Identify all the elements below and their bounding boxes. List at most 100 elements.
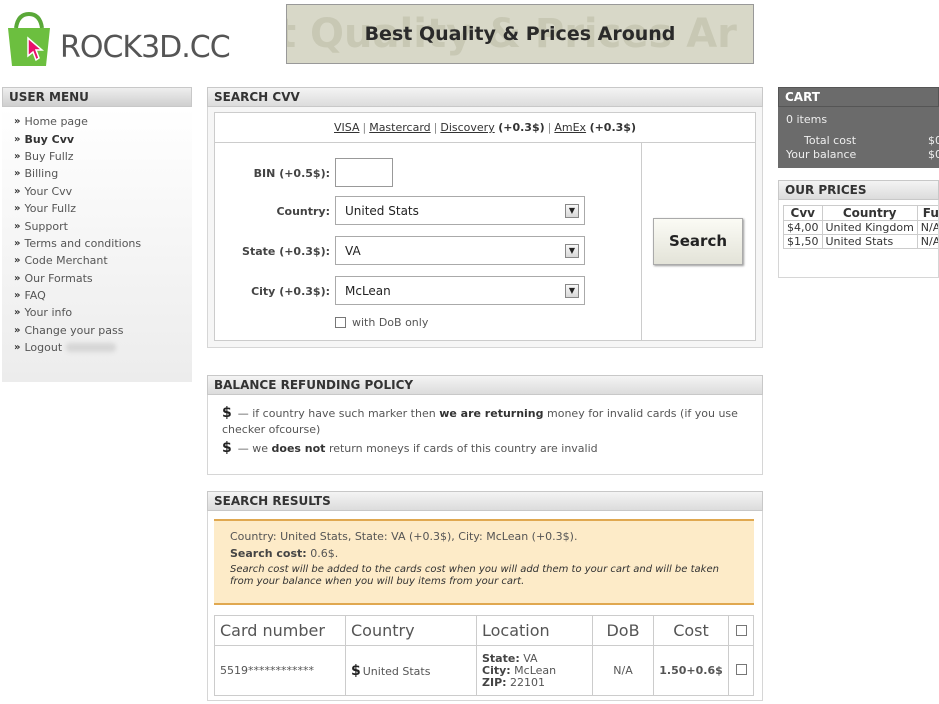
city-label: City (+0.3$): xyxy=(251,285,330,298)
menu-item-your-fullz[interactable]: » Your Fullz xyxy=(14,200,192,217)
cart-title[interactable]: CART xyxy=(778,87,939,107)
col-card-number[interactable]: Card number xyxy=(214,615,346,646)
our-prices-panel: OUR PRICES Cvv Country Fu $4,00 United K… xyxy=(778,180,939,278)
search-form: BIN (+0.5$): Country: United Stats ▼ Stat… xyxy=(214,142,756,341)
menu-item-your-info[interactable]: » Your info xyxy=(14,304,192,321)
banner-text: Best Quality & Prices Around xyxy=(364,23,676,45)
menu-item-label: Change your pass xyxy=(24,323,124,337)
search-results-panel: SEARCH RESULTS Country: United Stats, St… xyxy=(207,491,763,701)
menu-item-label: Code Merchant xyxy=(24,254,108,268)
cart-body: 0 items Total cost $0 Your balance $0 xyxy=(778,107,939,168)
search-cost: Search cost: 0.6$. xyxy=(230,547,339,560)
menu-item-billing[interactable]: » Billing xyxy=(14,165,192,182)
col-cost[interactable]: Cost xyxy=(653,615,729,646)
dropdown-arrow-icon: ▼ xyxy=(565,284,579,298)
row-select-checkbox[interactable] xyxy=(735,663,747,675)
state-value: VA xyxy=(345,244,361,258)
city-select[interactable]: McLean ▼ xyxy=(335,276,585,305)
col-country[interactable]: Country xyxy=(345,615,477,646)
menu-item-terms[interactable]: » Terms and conditions xyxy=(14,235,192,252)
cost-cell: 1.50+0.6$ xyxy=(653,645,729,696)
price-country-cell: United Kingdom xyxy=(821,220,918,235)
amex-link[interactable]: AmEx xyxy=(554,121,586,134)
redacted-username xyxy=(66,343,117,353)
dob-only-label: with DoB only xyxy=(352,316,429,329)
double-chevron-right-icon: » xyxy=(14,307,21,319)
menu-item-code-merchant[interactable]: » Code Merchant xyxy=(14,252,192,269)
bin-input[interactable] xyxy=(335,158,393,187)
double-chevron-right-icon: » xyxy=(14,342,21,354)
dropdown-arrow-icon: ▼ xyxy=(565,244,579,258)
results-table: Card number Country Location DoB Cost 55… xyxy=(214,615,754,696)
col-location[interactable]: Location xyxy=(476,615,593,646)
country-label: Country: xyxy=(276,205,330,218)
shopping-bag-logo-icon xyxy=(8,12,50,66)
dropdown-arrow-icon: ▼ xyxy=(565,204,579,218)
separator: | xyxy=(362,121,367,134)
col-dob[interactable]: DoB xyxy=(592,615,654,646)
menu-item-label: Home page xyxy=(24,115,88,129)
menu-item-home-page[interactable]: » Home page xyxy=(14,113,192,130)
separator: | xyxy=(433,121,438,134)
visa-link[interactable]: VISA xyxy=(334,121,359,134)
double-chevron-right-icon: » xyxy=(14,150,21,162)
menu-item-label: FAQ xyxy=(24,289,46,303)
menu-item-buy-cvv[interactable]: » Buy Cvv xyxy=(14,130,192,147)
search-results-body: Country: United Stats, State: VA (+0.3$)… xyxy=(207,511,763,701)
menu-item-label: Buy Fullz xyxy=(24,149,74,163)
country-cell: $ United Stats xyxy=(345,645,477,696)
menu-item-buy-fullz[interactable]: » Buy Fullz xyxy=(14,148,192,165)
site-logo[interactable]: ROCK3D.CC xyxy=(4,10,231,70)
double-chevron-right-icon: » xyxy=(14,168,21,180)
select-all-checkbox[interactable] xyxy=(735,625,747,636)
discovery-link[interactable]: Discovery xyxy=(440,121,494,134)
menu-item-change-pass[interactable]: » Change your pass xyxy=(14,322,192,339)
dob-only-option[interactable]: with DoB only xyxy=(335,316,428,329)
state-select[interactable]: VA ▼ xyxy=(335,236,585,265)
menu-item-your-cvv[interactable]: » Your Cvv xyxy=(14,183,192,200)
search-cvv-body: VISA | Mastercard | Discovery (+0.3$) | AmEx (… xyxy=(207,107,763,348)
col-select-all[interactable] xyxy=(728,615,754,646)
mastercard-link[interactable]: Mastercard xyxy=(369,121,430,134)
menu-item-label: Logout xyxy=(24,341,63,355)
col-country: Country xyxy=(821,205,918,221)
menu-item-logout[interactable]: » Logout xyxy=(14,339,192,356)
prices-table: Cvv Country Fu $4,00 United Kingdom N/A … xyxy=(783,205,938,249)
total-cost-value: $0 xyxy=(928,134,939,147)
country-value: United Stats xyxy=(345,204,419,218)
refund-policy-line-1: $ — if country have such marker then we a… xyxy=(222,405,738,436)
double-chevron-right-icon: » xyxy=(14,185,21,197)
menu-item-support[interactable]: » Support xyxy=(14,217,192,234)
banner-ad[interactable]: t Quality & Prices Ar Best Quality & Pri… xyxy=(286,4,754,64)
search-fields: BIN (+0.5$): Country: United Stats ▼ Stat… xyxy=(215,143,642,340)
double-chevron-right-icon: » xyxy=(14,116,21,128)
double-chevron-right-icon: » xyxy=(14,290,21,302)
cart-panel: CART 0 items Total cost $0 Your balance … xyxy=(778,87,939,168)
menu-item-label: Your Fullz xyxy=(24,202,77,216)
menu-item-faq[interactable]: » FAQ xyxy=(14,287,192,304)
table-row: $4,00 United Kingdom N/A xyxy=(783,220,938,235)
menu-item-label: Your info xyxy=(24,306,73,320)
dob-only-checkbox[interactable] xyxy=(335,317,346,328)
balance-value: $0 xyxy=(928,148,939,161)
price-country-cell: United Stats xyxy=(821,234,918,249)
search-cost-note: Search cost will be added to the cards c… xyxy=(230,564,719,587)
country-select[interactable]: United Stats ▼ xyxy=(335,196,585,225)
bin-label: BIN (+0.5$): xyxy=(253,167,330,180)
menu-item-our-formats[interactable]: » Our Formats xyxy=(14,270,192,287)
double-chevron-right-icon: » xyxy=(14,272,21,284)
our-prices-body: Cvv Country Fu $4,00 United Kingdom N/A … xyxy=(778,200,939,278)
user-menu: USER MENU » Home page » Buy Cvv » Buy Fullz… xyxy=(2,87,192,382)
discovery-fee: (+0.3$) xyxy=(498,121,545,134)
our-prices-title: OUR PRICES xyxy=(778,180,939,200)
separator: | xyxy=(547,121,552,134)
refund-policy-panel: BALANCE REFUNDING POLICY $ — if country h… xyxy=(207,375,763,475)
table-row: 5519************ $ United Stats State: VA… xyxy=(214,645,754,696)
search-button[interactable]: Search xyxy=(653,218,743,265)
state-label: State (+0.3$): xyxy=(242,245,330,258)
menu-item-label: Your Cvv xyxy=(24,184,73,198)
price-cvv-cell: $4,00 xyxy=(783,220,823,235)
cart-items-count[interactable]: 0 items xyxy=(786,113,931,126)
table-row: $1,50 United Stats N/A xyxy=(783,234,938,249)
search-results-title: SEARCH RESULTS xyxy=(207,491,763,511)
